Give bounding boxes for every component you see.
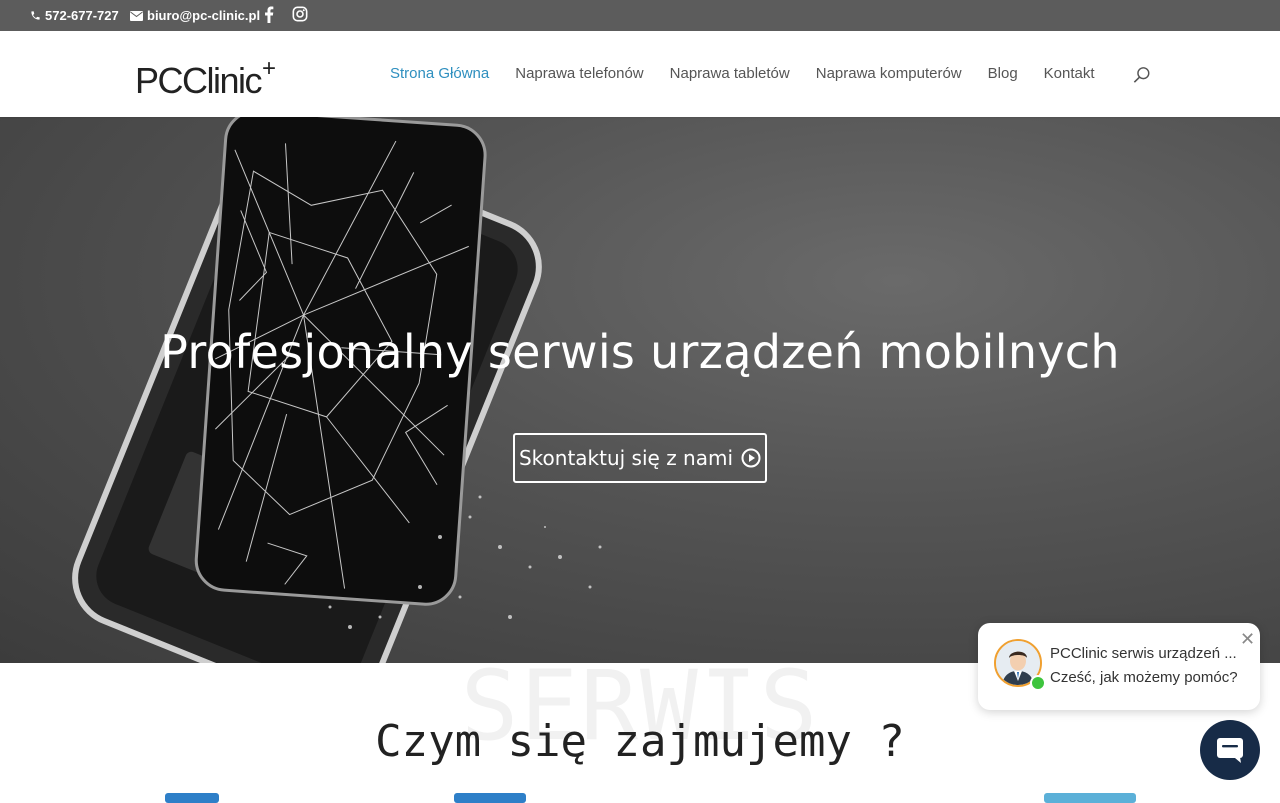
chat-icon — [1217, 738, 1243, 763]
instagram-icon — [292, 6, 308, 22]
logo-plus: + — [262, 55, 276, 82]
main-nav: Strona Główna Naprawa telefonów Naprawa … — [390, 65, 1095, 83]
envelope-icon — [130, 10, 143, 21]
instagram-link[interactable] — [292, 6, 308, 22]
service-card-icon — [454, 793, 526, 803]
chat-launcher-button[interactable] — [1200, 720, 1260, 780]
phone-contact[interactable]: 572-677-727 — [30, 8, 119, 23]
site-header: PCClinic+ Strona Główna Naprawa telefonó… — [0, 31, 1280, 117]
section-title: Czym się zajmujemy ? — [375, 716, 905, 767]
play-circle-icon — [741, 448, 761, 468]
phone-number: 572-677-727 — [45, 8, 119, 23]
close-icon[interactable]: ✕ — [1240, 629, 1255, 650]
broken-phone-image — [72, 117, 602, 663]
nav-item-computer-repair[interactable]: Naprawa komputerów — [816, 65, 962, 83]
chat-message: Cześć, jak możemy pomóc? — [1050, 669, 1238, 686]
hero-title: Profesjonalny serwis urządzeń mobilnych — [160, 325, 1120, 379]
top-bar: 572-677-727 biuro@pc-clinic.pl — [0, 0, 1280, 31]
nav-item-blog[interactable]: Blog — [988, 65, 1018, 83]
phone-icon — [31, 11, 40, 20]
nav-item-home[interactable]: Strona Główna — [390, 65, 489, 83]
chat-agent-name: PCClinic serwis urządzeń ... — [1050, 645, 1237, 662]
search-button[interactable] — [1133, 66, 1151, 89]
logo-text: PCClinic — [135, 60, 263, 101]
chat-greeting-popup[interactable]: PCClinic serwis urządzeń ... Cześć, jak … — [978, 623, 1260, 710]
contact-us-button[interactable]: Skontaktuj się z nami — [513, 433, 767, 483]
hero-banner: Profesjonalny serwis urządzeń mobilnych … — [0, 117, 1280, 663]
service-card-icon — [165, 793, 219, 803]
nav-item-phone-repair[interactable]: Naprawa telefonów — [515, 65, 643, 83]
online-status-dot — [1030, 675, 1046, 691]
nav-item-tablet-repair[interactable]: Naprawa tabletów — [670, 65, 790, 83]
email-contact[interactable]: biuro@pc-clinic.pl — [130, 8, 260, 23]
search-icon — [1133, 67, 1150, 83]
facebook-icon — [265, 6, 274, 23]
service-card-icon — [1044, 793, 1136, 803]
contact-us-label: Skontaktuj się z nami — [518, 446, 734, 470]
facebook-link[interactable] — [264, 6, 274, 23]
email-address: biuro@pc-clinic.pl — [147, 8, 261, 23]
nav-item-contact[interactable]: Kontakt — [1044, 65, 1095, 83]
site-logo[interactable]: PCClinic+ — [135, 53, 276, 101]
